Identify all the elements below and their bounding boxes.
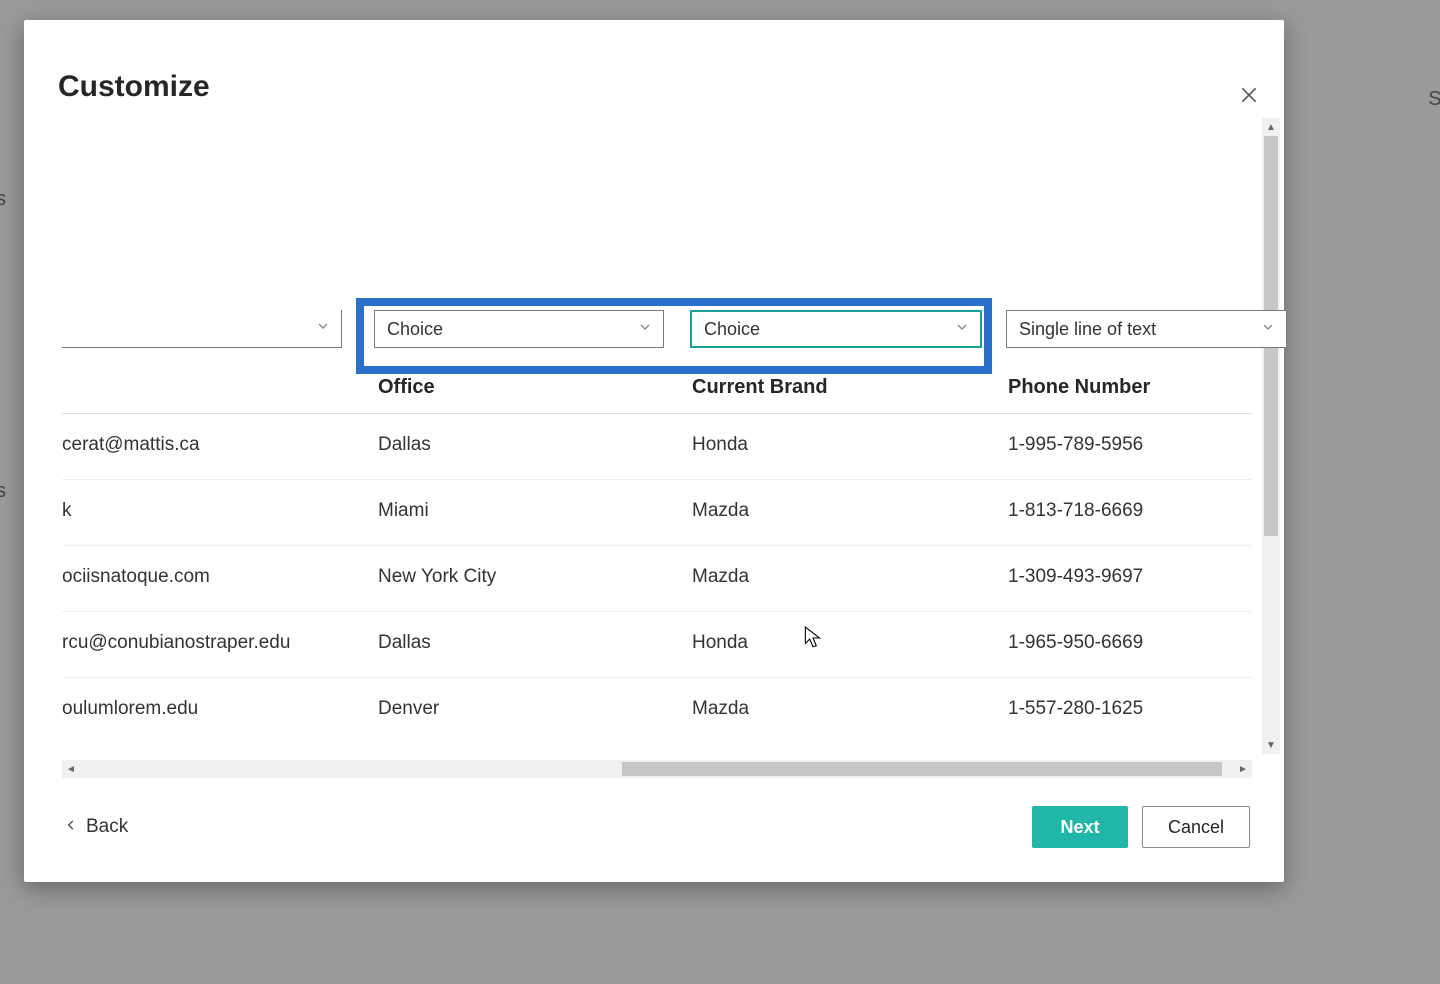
scroll-thumb[interactable] [622,762,1222,776]
chevron-down-icon [954,319,970,340]
modal-title: Customize [58,70,210,104]
type-selector-row: Choice Choice Single line of text [62,310,1252,358]
column-type-select-email[interactable] [62,310,342,348]
cell-brand: Mazda [692,500,749,522]
cell-office: New York City [378,566,496,588]
table-row: cerat@mattis.ca Dallas Honda 1-995-789-5… [62,414,1252,480]
chevron-down-icon [315,318,331,339]
back-label: Back [86,816,128,838]
cell-brand: Honda [692,632,748,654]
cell-email: rcu@conubianostraper.edu [62,632,362,654]
scroll-down-icon[interactable]: ▼ [1262,736,1280,754]
horizontal-scrollbar[interactable]: ◄ ► [62,760,1252,778]
cell-phone: 1-813-718-6669 [1008,500,1143,522]
select-value: Choice [387,319,443,340]
column-header-office: Office [378,376,435,399]
data-rows: cerat@mattis.ca Dallas Honda 1-995-789-5… [62,414,1252,744]
cell-phone: 1-965-950-6669 [1008,632,1143,654]
column-header-phone: Phone Number [1008,376,1150,399]
cell-brand: Mazda [692,566,749,588]
table-row: ociisnatoque.com New York City Mazda 1-3… [62,546,1252,612]
customize-modal: Customize ▲ ▼ Choice Choice Sin [24,20,1284,882]
cell-office: Dallas [378,632,431,654]
close-button[interactable] [1232,80,1266,114]
table-row: oulumlorem.edu Denver Mazda 1-557-280-16… [62,678,1252,744]
table-row: rcu@conubianostraper.edu Dallas Honda 1-… [62,612,1252,678]
cell-brand: Honda [692,434,748,456]
scroll-left-icon[interactable]: ◄ [62,760,80,778]
background-text: s [0,480,6,503]
cell-email: k [62,500,362,522]
select-value: Choice [704,319,760,340]
cell-email: cerat@mattis.ca [62,434,362,456]
cell-brand: Mazda [692,698,749,720]
chevron-left-icon [64,816,78,838]
chevron-down-icon [637,319,653,340]
background-text: s [0,188,6,211]
cell-email: ociisnatoque.com [62,566,362,588]
column-header-brand: Current Brand [692,376,828,399]
scroll-up-icon[interactable]: ▲ [1262,118,1280,136]
next-button[interactable]: Next [1032,806,1128,848]
table-row: k Miami Mazda 1-813-718-6669 [62,480,1252,546]
column-type-select-phone[interactable]: Single line of text [1006,310,1286,348]
background-text: Si [1428,88,1440,111]
cell-phone: 1-995-789-5956 [1008,434,1143,456]
cell-phone: 1-309-493-9697 [1008,566,1143,588]
select-value: Single line of text [1019,319,1156,340]
vertical-scrollbar[interactable]: ▲ ▼ [1262,118,1280,754]
chevron-down-icon [1260,319,1276,340]
column-type-select-office[interactable]: Choice [374,310,664,348]
cell-phone: 1-557-280-1625 [1008,698,1143,720]
modal-footer: Back Next Cancel [24,804,1284,854]
column-type-select-brand[interactable]: Choice [690,310,982,348]
back-link[interactable]: Back [64,816,128,838]
column-header-row: Office Current Brand Phone Number [62,370,1252,414]
cell-office: Denver [378,698,439,720]
cancel-button[interactable]: Cancel [1142,806,1250,848]
cell-office: Dallas [378,434,431,456]
scroll-right-icon[interactable]: ► [1234,760,1252,778]
cell-email: oulumlorem.edu [62,698,362,720]
cell-office: Miami [378,500,429,522]
content-area: Choice Choice Single line of text Office… [62,300,1252,760]
close-icon [1239,85,1259,110]
